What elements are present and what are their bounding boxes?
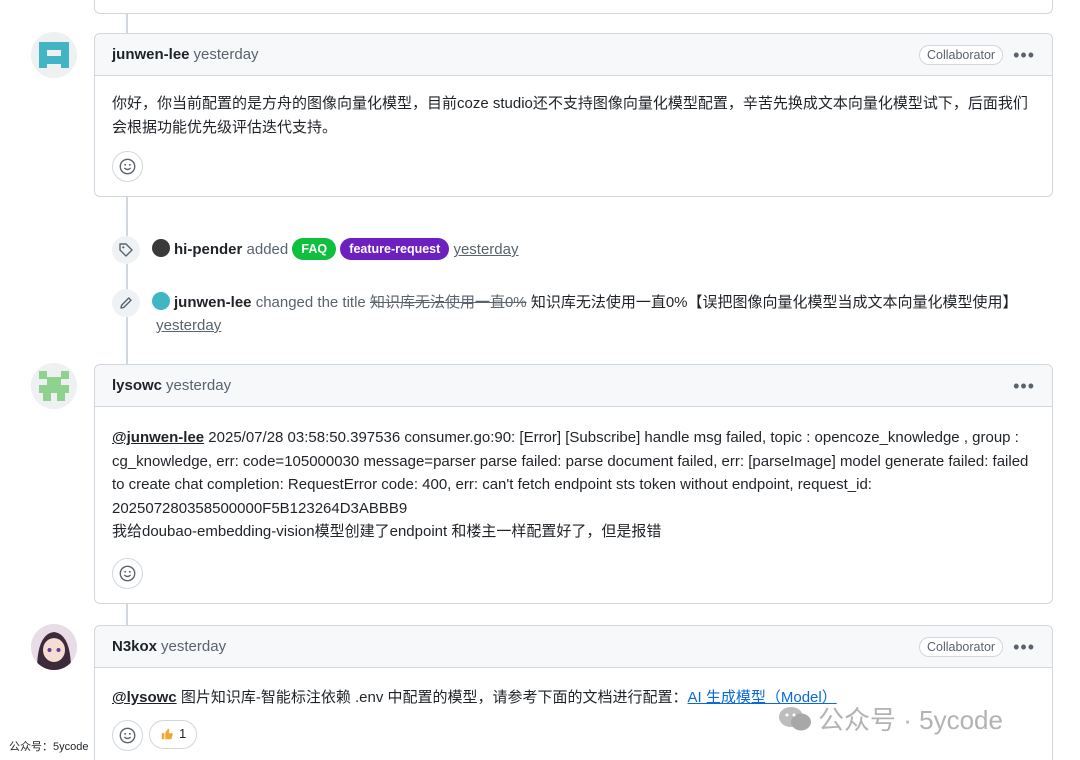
pencil-icon (112, 289, 140, 317)
comment-author[interactable]: junwen-lee (112, 46, 190, 63)
watermark-text: 公众号 · 5ycode (818, 705, 1003, 735)
comment-author[interactable]: N3kox (112, 638, 157, 655)
previous-comment-card (94, 0, 1053, 14)
event-timestamp[interactable]: yesterday (156, 317, 221, 334)
more-options-icon[interactable]: ••• (1013, 46, 1035, 64)
label-feature-request[interactable]: feature-request (340, 238, 450, 260)
junwen-lee-avatar[interactable] (152, 292, 170, 310)
watermark: 公众号 · 5ycode (778, 700, 1003, 737)
hi-pender-avatar[interactable] (152, 239, 170, 257)
anime-avatar-icon (31, 624, 77, 670)
avatar[interactable] (31, 32, 77, 78)
comment-timestamp[interactable]: yesterday (161, 638, 226, 655)
add-reaction-button[interactable] (112, 557, 143, 589)
comment-text: 你好，你当前配置的是方舟的图像向量化模型，目前coze studio还不支持图像… (112, 95, 1028, 136)
event-verb: changed the title (255, 294, 366, 311)
identicon-icon (31, 363, 77, 409)
user-mention[interactable]: @junwen-lee (112, 429, 204, 446)
comment-body: @junwen-lee 2025/07/28 03:58:50.397536 c… (95, 407, 1052, 603)
comment-header: N3kox yesterday Collaborator ••• (95, 626, 1052, 668)
smiley-icon (119, 158, 136, 175)
comment-text: @junwen-lee 2025/07/28 03:58:50.397536 c… (112, 426, 1035, 520)
comment-card: lysowc yesterday ••• @junwen-lee 2025/07… (94, 364, 1053, 604)
event-verb: added (246, 241, 289, 258)
comment-text-line2: 我给doubao-embedding-vision模型创建了endpoint 和… (112, 523, 662, 540)
comment-text-body: 图片知识库-智能标注依赖 .env 中配置的模型，请参考下面的文档进行配置： (176, 689, 688, 706)
comment-author[interactable]: lysowc (112, 377, 162, 394)
event-actor[interactable]: hi-pender (174, 241, 242, 258)
corner-note: 公众号：5ycode (9, 741, 89, 753)
comment-header: lysowc yesterday ••• (95, 365, 1052, 407)
event-timestamp[interactable]: yesterday (453, 241, 518, 258)
collaborator-badge: Collaborator (919, 44, 1004, 65)
add-reaction-button[interactable] (112, 151, 143, 182)
reaction-count: 1 (179, 726, 187, 742)
label-faq[interactable]: FAQ (292, 238, 337, 260)
old-title: 知识库无法使用一直0% (369, 294, 527, 311)
smiley-icon (119, 727, 136, 743)
add-reaction-button[interactable] (112, 719, 143, 751)
tag-icon (112, 236, 140, 264)
avatar[interactable] (31, 363, 77, 409)
rename-event: junwen-lee changed the title 知识库无法使用一直0%… (112, 289, 1022, 337)
comment-card: N3kox yesterday Collaborator ••• @lysowc… (94, 625, 1053, 760)
user-mention[interactable]: @lysowc (112, 689, 177, 706)
comment-header: junwen-lee yesterday Collaborator ••• (95, 34, 1052, 76)
thumbs-up-icon (161, 728, 173, 740)
smiley-icon (119, 565, 136, 581)
thumbs-up-reaction[interactable]: 1 (149, 719, 198, 749)
avatar[interactable] (31, 624, 77, 670)
more-options-icon[interactable]: ••• (1013, 377, 1035, 395)
identicon-icon (31, 32, 77, 78)
wechat-icon (779, 706, 811, 730)
comment-body: 你好，你当前配置的是方舟的图像向量化模型，目前coze studio还不支持图像… (95, 76, 1052, 196)
comment-card: junwen-lee yesterday Collaborator ••• 你好… (94, 33, 1053, 197)
event-actor[interactable]: junwen-lee (174, 294, 252, 311)
new-title: 知识库无法使用一直0%【误把图像向量化模型当成文本向量化模型使用】 (530, 294, 1018, 311)
comment-timestamp[interactable]: yesterday (166, 377, 231, 394)
labels-event: hi-pender added FAQ feature-request yest… (112, 236, 519, 264)
comment-timestamp[interactable]: yesterday (194, 46, 259, 63)
error-log-text: 2025/07/28 03:58:50.397536 consumer.go:9… (112, 429, 1029, 517)
collaborator-badge: Collaborator (919, 636, 1004, 657)
more-options-icon[interactable]: ••• (1013, 638, 1035, 656)
